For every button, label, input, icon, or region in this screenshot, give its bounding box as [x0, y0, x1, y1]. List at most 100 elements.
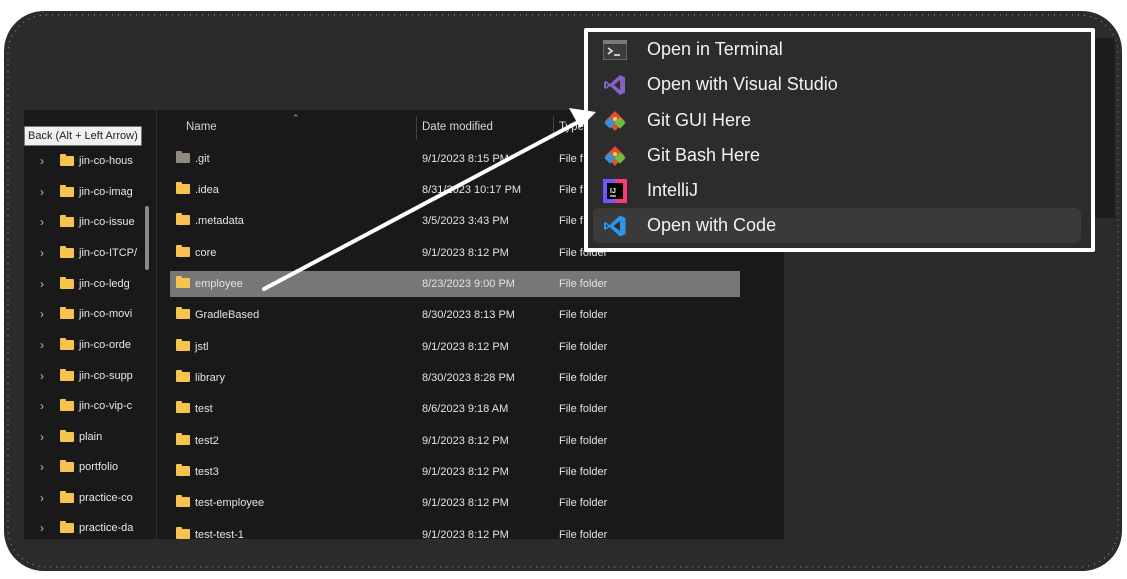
- folder-icon: [60, 368, 74, 381]
- chevron-right-icon[interactable]: ›: [40, 246, 50, 260]
- folder-icon: [60, 153, 74, 166]
- back-tooltip: Back (Alt + Left Arrow): [24, 126, 142, 146]
- folder-icon: [60, 429, 74, 442]
- folder-icon: [176, 245, 190, 257]
- date-modified: 9/1/2023 8:12 PM: [422, 497, 509, 509]
- file-type: File folder: [559, 372, 608, 384]
- folder-icon: [60, 398, 74, 411]
- column-separator[interactable]: [553, 116, 554, 140]
- nav-item[interactable]: › jin-co-vip-c: [24, 390, 156, 421]
- nav-item[interactable]: › plain: [24, 421, 156, 452]
- date-modified: 8/6/2023 9:18 AM: [422, 403, 509, 415]
- menu-item-label: Git GUI Here: [647, 110, 752, 130]
- file-name: .idea: [195, 184, 219, 196]
- chevron-right-icon[interactable]: ›: [40, 460, 50, 474]
- nav-item[interactable]: › jin-co-issue: [24, 206, 156, 237]
- date-modified: 8/23/2023 9:00 PM: [422, 278, 515, 290]
- file-name: core: [195, 247, 217, 259]
- table-row[interactable]: test 8/6/2023 9:18 AM File folder: [170, 396, 740, 422]
- table-row-selected[interactable]: employee 8/23/2023 9:00 PM File folder: [170, 271, 740, 297]
- table-row[interactable]: GradleBased 8/30/2023 8:13 PM File folder: [170, 302, 740, 328]
- table-row[interactable]: library 8/30/2023 8:28 PM File folder: [170, 365, 740, 391]
- file-type: File folder: [559, 435, 608, 447]
- menu-item-label: Open with Visual Studio: [647, 74, 838, 94]
- intellij-item[interactable]: IJ IntelliJ: [593, 173, 1081, 208]
- column-type-header[interactable]: Type: [559, 121, 584, 133]
- nav-item-label: plain: [79, 430, 103, 443]
- chevron-right-icon[interactable]: ›: [40, 399, 50, 413]
- menu-item-label: IntelliJ: [647, 180, 699, 200]
- date-modified: 8/30/2023 8:28 PM: [422, 372, 515, 384]
- chevron-right-icon[interactable]: ›: [40, 154, 50, 168]
- date-modified: 9/1/2023 8:12 PM: [422, 247, 509, 259]
- folder-icon: [60, 306, 74, 319]
- nav-item[interactable]: › jin-co-movi: [24, 298, 156, 329]
- svg-text:IJ: IJ: [610, 188, 616, 195]
- menu-item-label: Open with Code: [647, 215, 777, 235]
- folder-icon: [176, 401, 190, 413]
- nav-item-label: portfolio: [79, 460, 119, 473]
- column-name-header[interactable]: Name: [186, 121, 217, 133]
- chevron-right-icon[interactable]: ›: [40, 215, 50, 229]
- chevron-right-icon[interactable]: ›: [40, 430, 50, 444]
- folder-icon: [60, 245, 74, 258]
- date-modified: 3/5/2023 3:43 PM: [422, 215, 509, 227]
- table-row[interactable]: test-employee 9/1/2023 8:12 PM File folder: [170, 490, 740, 516]
- open-with-code-item[interactable]: Open with Code: [593, 208, 1081, 243]
- chevron-right-icon[interactable]: ›: [40, 338, 50, 352]
- folder-icon: [176, 182, 190, 194]
- folder-icon: [176, 213, 190, 225]
- file-name: .metadata: [195, 215, 244, 227]
- nav-item[interactable]: › portfolio: [24, 451, 156, 482]
- chevron-right-icon[interactable]: ›: [40, 369, 50, 383]
- folder-icon: [60, 184, 74, 197]
- nav-item[interactable]: › jin-co-ledg: [24, 268, 156, 299]
- folder-icon: [176, 307, 190, 319]
- folder-icon: [60, 490, 74, 503]
- chevron-right-icon[interactable]: ›: [40, 307, 50, 321]
- file-type: File f: [559, 153, 583, 165]
- context-menu-body: Open in Terminal Open with Visual Studio…: [588, 32, 1091, 248]
- open-with-visual-studio-item[interactable]: Open with Visual Studio: [593, 67, 1081, 102]
- nav-item[interactable]: › jin-co-supp: [24, 360, 156, 391]
- nav-item-label: jin-co-ITCP/: [79, 246, 138, 259]
- intellij-icon: IJ: [601, 178, 629, 204]
- navigation-pane: Back (Alt + Left Arrow) › jin-co-hous › ji…: [24, 110, 156, 539]
- chevron-right-icon[interactable]: ›: [40, 521, 50, 535]
- column-date-header[interactable]: Date modified: [422, 121, 493, 133]
- table-row[interactable]: test-test-1 9/1/2023 8:12 PM File folder: [170, 522, 740, 539]
- file-type: File folder: [559, 466, 608, 478]
- menu-item-label: Open in Terminal: [647, 39, 783, 59]
- nav-item[interactable]: › jin-co-ITCP/: [24, 237, 156, 268]
- file-name: test: [195, 403, 213, 415]
- file-name: GradleBased: [195, 309, 260, 321]
- folder-icon: [176, 527, 190, 539]
- nav-item[interactable]: › jin-co-hous: [24, 145, 156, 176]
- chevron-right-icon[interactable]: ›: [40, 185, 50, 199]
- nav-item-label: jin-co-supp: [79, 369, 133, 382]
- table-row[interactable]: test3 9/1/2023 8:12 PM File folder: [170, 459, 740, 485]
- git-bash-here-item[interactable]: Git Bash Here: [593, 138, 1081, 173]
- nav-item[interactable]: › jin-co-orde: [24, 329, 156, 360]
- nav-item-label: jin-co-orde: [79, 338, 131, 351]
- open-in-terminal-item[interactable]: Open in Terminal: [593, 32, 1081, 67]
- file-type: File folder: [559, 403, 608, 415]
- file-name: test3: [195, 466, 219, 478]
- chevron-right-icon[interactable]: ›: [40, 277, 50, 291]
- git-gui-here-item[interactable]: Git GUI Here: [593, 103, 1081, 138]
- folder-icon: [176, 151, 190, 163]
- nav-item[interactable]: › jin-co-imag: [24, 176, 156, 207]
- date-modified: 8/31/2023 10:17 PM: [422, 184, 522, 196]
- nav-item-label: jin-co-imag: [79, 185, 133, 198]
- nav-item[interactable]: › practice-co: [24, 482, 156, 513]
- folder-icon: [176, 464, 190, 476]
- table-row[interactable]: test2 9/1/2023 8:12 PM File folder: [170, 428, 740, 454]
- folder-icon: [60, 214, 74, 227]
- column-separator[interactable]: [416, 116, 417, 140]
- file-name: employee: [195, 278, 243, 290]
- chevron-right-icon[interactable]: ›: [40, 491, 50, 505]
- table-row[interactable]: jstl 9/1/2023 8:12 PM File folder: [170, 334, 740, 360]
- folder-icon: [60, 337, 74, 350]
- nav-item[interactable]: › practice-da: [24, 512, 156, 539]
- file-name: test-test-1: [195, 529, 244, 539]
